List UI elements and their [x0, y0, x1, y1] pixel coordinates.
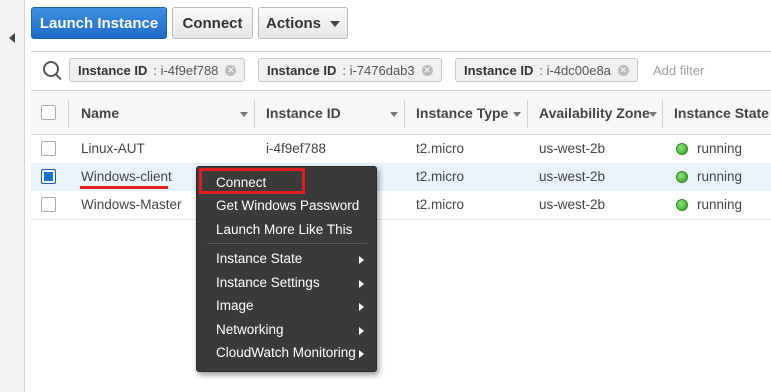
remove-filter-icon[interactable]: ✕	[421, 64, 433, 76]
menu-item-launch-more-like-this[interactable]: Launch More Like This	[216, 222, 352, 237]
actions-button[interactable]: Actions	[258, 7, 348, 39]
running-status-icon	[676, 199, 688, 211]
column-header-availability-zone[interactable]: Availability Zone	[539, 105, 650, 121]
filter-chip-key: Instance ID	[464, 62, 534, 78]
column-divider	[68, 100, 69, 128]
table-header	[31, 92, 771, 135]
row-checkbox[interactable]	[41, 197, 56, 212]
filter-chip-value: : i-4f9ef788	[153, 62, 219, 78]
instance-type: t2.micro	[416, 141, 465, 156]
filter-chip-value: : i-7476dab3	[342, 62, 415, 78]
menu-item-cloudwatch-monitoring[interactable]: CloudWatch Monitoring	[216, 345, 356, 360]
menu-item-image[interactable]: Image	[216, 298, 254, 313]
submenu-arrow-icon	[359, 303, 364, 311]
column-header-instance-state[interactable]: Instance State	[674, 105, 769, 121]
connect-button[interactable]: Connect	[172, 7, 253, 39]
highlight-underline	[80, 186, 168, 189]
column-header-instance-type[interactable]: Instance Type	[416, 105, 508, 121]
filter-chip[interactable]: Instance ID : i-4f9ef788 ✕	[69, 58, 246, 82]
chevron-down-icon	[330, 21, 340, 27]
side-panel-strip	[0, 0, 25, 392]
instance-name: Windows-client	[81, 169, 172, 184]
menu-item-instance-settings[interactable]: Instance Settings	[216, 275, 320, 290]
launch-instance-button[interactable]: Launch Instance	[31, 7, 167, 39]
instance-name: Windows-Master	[81, 197, 182, 212]
filter-chip-key: Instance ID	[78, 62, 148, 78]
column-header-name[interactable]: Name	[81, 105, 119, 121]
launch-instance-label: Launch Instance	[39, 14, 159, 32]
remove-filter-icon[interactable]: ✕	[225, 64, 237, 76]
sort-caret-icon[interactable]	[390, 112, 398, 117]
remove-filter-icon[interactable]: ✕	[617, 64, 629, 76]
sort-caret-icon[interactable]	[649, 112, 657, 117]
availability-zone: us-west-2b	[539, 141, 606, 156]
filter-chip-key: Instance ID	[267, 62, 337, 78]
connect-highlight-box	[199, 168, 305, 194]
collapse-arrow-icon[interactable]	[9, 33, 15, 43]
submenu-arrow-icon	[359, 350, 364, 358]
instance-name: Linux-AUT	[81, 141, 145, 156]
instance-type: t2.micro	[416, 169, 465, 184]
instance-id: i-4f9ef788	[266, 141, 327, 156]
select-all-checkbox[interactable]	[41, 105, 56, 120]
row-checkbox[interactable]	[41, 141, 56, 156]
search-icon	[43, 61, 59, 77]
submenu-arrow-icon	[359, 256, 364, 264]
column-header-instance-id[interactable]: Instance ID	[266, 105, 341, 121]
instance-state: running	[697, 169, 743, 184]
availability-zone: us-west-2b	[539, 169, 606, 184]
column-divider	[404, 100, 405, 128]
column-divider	[527, 100, 528, 128]
instance-type: t2.micro	[416, 197, 465, 212]
column-divider	[254, 100, 255, 128]
menu-item-instance-state[interactable]: Instance State	[216, 251, 302, 266]
filter-chip[interactable]: Instance ID : i-7476dab3 ✕	[258, 58, 442, 82]
menu-item-networking[interactable]: Networking	[216, 322, 284, 337]
filter-chip-value: : i-4dc00e8a	[539, 62, 611, 78]
filter-chip[interactable]: Instance ID : i-4dc00e8a ✕	[455, 58, 638, 82]
running-status-icon	[676, 171, 688, 183]
instance-state: running	[697, 197, 743, 212]
row-checkbox[interactable]	[41, 169, 56, 184]
context-menu	[196, 166, 377, 372]
column-divider	[662, 100, 663, 128]
sort-caret-icon[interactable]	[513, 112, 521, 117]
submenu-arrow-icon	[359, 280, 364, 288]
add-filter-input[interactable]: Add filter	[653, 63, 704, 78]
running-status-icon	[676, 143, 688, 155]
menu-item-get-windows-password[interactable]: Get Windows Password	[216, 198, 359, 213]
sort-caret-icon[interactable]	[240, 112, 248, 117]
connect-label: Connect	[182, 14, 243, 32]
submenu-arrow-icon	[359, 327, 364, 335]
menu-divider	[207, 243, 367, 244]
instance-state: running	[697, 141, 743, 156]
actions-label: Actions	[265, 14, 321, 32]
availability-zone: us-west-2b	[539, 197, 606, 212]
